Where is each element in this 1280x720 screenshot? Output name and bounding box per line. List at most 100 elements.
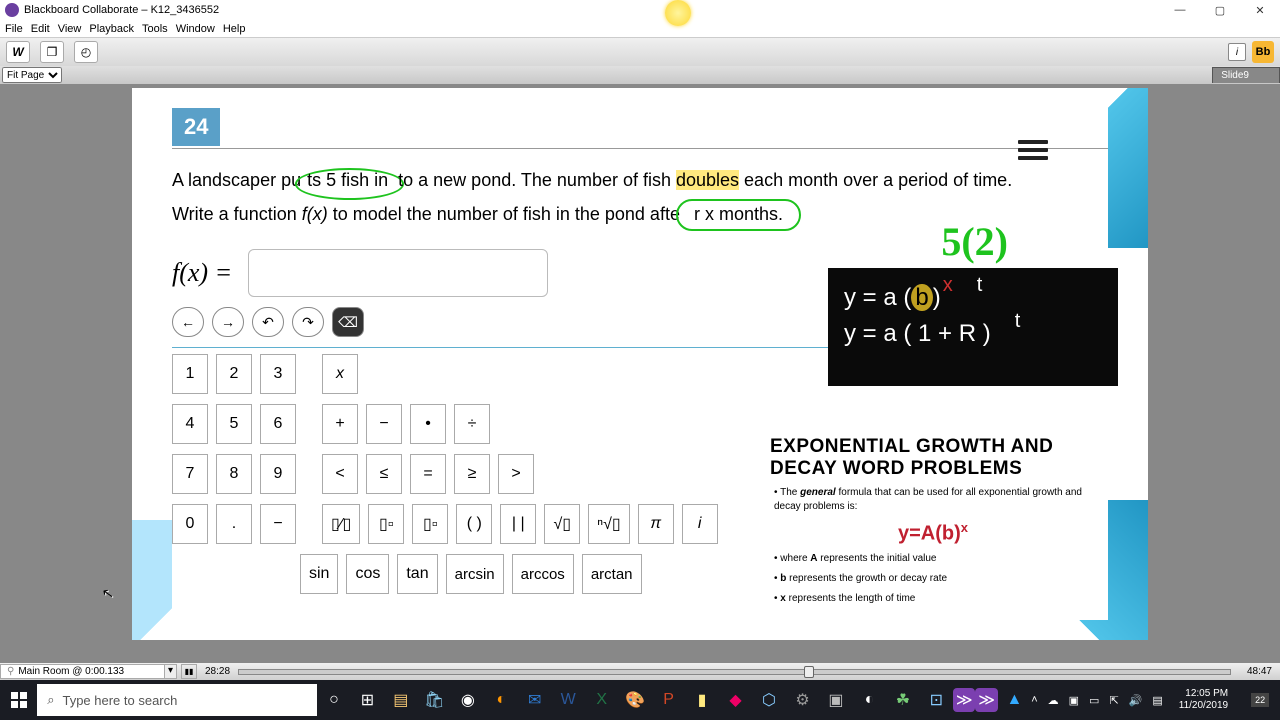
outlook-icon[interactable]: ✉ [518, 680, 551, 720]
menu-playback[interactable]: Playback [89, 23, 134, 35]
key-arccos[interactable]: arccos [512, 554, 574, 594]
tray-wifi-icon[interactable]: ⇱ [1109, 694, 1118, 707]
cortana-icon[interactable]: ○ [317, 680, 350, 720]
key-7[interactable]: 7 [172, 454, 208, 494]
notification-icon[interactable]: 22 [1244, 680, 1276, 720]
key-4[interactable]: 4 [172, 404, 208, 444]
key-ge[interactable]: ≥ [454, 454, 490, 494]
info-icon[interactable]: i [1228, 43, 1246, 61]
zoom-select[interactable]: Fit Page [2, 67, 62, 83]
slide-name-tab[interactable]: Slide9 [1212, 67, 1280, 83]
room-select[interactable]: Main Room @ 0:00.133 [0, 664, 165, 679]
key-cos[interactable]: cos [346, 554, 389, 594]
tray-battery-icon[interactable]: ▭ [1089, 694, 1099, 707]
key-subscript[interactable]: ▯▫ [412, 504, 448, 544]
menu-file[interactable]: File [5, 23, 23, 35]
key-divide[interactable]: ÷ [454, 404, 490, 444]
search-input[interactable]: ⌕ Type here to search [37, 684, 317, 716]
key-0[interactable]: 0 [172, 504, 208, 544]
menu-help[interactable]: Help [223, 23, 246, 35]
key-arctan[interactable]: arctan [582, 554, 642, 594]
key-parens[interactable]: ( ) [456, 504, 492, 544]
key-nroot[interactable]: ⁿ√▯ [588, 504, 629, 544]
app-icon-1[interactable]: ◆ [719, 680, 752, 720]
key-eq[interactable]: = [410, 454, 446, 494]
pause-button[interactable]: ▮▮ [181, 664, 197, 679]
powerpoint-icon[interactable]: P [652, 680, 685, 720]
key-neg[interactable]: − [260, 504, 296, 544]
app-icon-2[interactable]: ⬡ [752, 680, 785, 720]
key-sqrt[interactable]: √▯ [544, 504, 580, 544]
key-decimal[interactable]: . [216, 504, 252, 544]
taskview-icon[interactable]: ⊞ [351, 680, 384, 720]
key-3[interactable]: 3 [260, 354, 296, 394]
globe-icon[interactable]: ◴ [74, 41, 98, 63]
tray-app-icon[interactable]: ▣ [1069, 694, 1079, 707]
nav-right-button[interactable]: → [212, 307, 244, 337]
tray-up-icon[interactable]: ˄ [1031, 694, 1037, 706]
app-icon-9[interactable]: ≫ [975, 688, 997, 712]
tray-lang-icon[interactable]: ▤ [1152, 694, 1162, 707]
tray-volume-icon[interactable]: 🔊 [1129, 694, 1143, 707]
room-dropdown-icon[interactable]: ▾ [165, 664, 177, 679]
key-i[interactable]: i [682, 504, 718, 544]
app-icon-10[interactable]: ▲ [998, 680, 1031, 720]
excel-icon[interactable]: X [585, 680, 618, 720]
key-lt[interactable]: < [322, 454, 358, 494]
menu-view[interactable]: View [58, 23, 82, 35]
key-5[interactable]: 5 [216, 404, 252, 444]
menu-tools[interactable]: Tools [142, 23, 168, 35]
key-2[interactable]: 2 [216, 354, 252, 394]
key-8[interactable]: 8 [216, 454, 252, 494]
key-arcsin[interactable]: arcsin [446, 554, 504, 594]
backspace-button[interactable]: ⌫ [332, 307, 364, 337]
chrome-icon[interactable]: ◉ [451, 680, 484, 720]
menu-edit[interactable]: Edit [31, 23, 50, 35]
key-fraction[interactable]: ▯⁄▯ [322, 504, 360, 544]
key-plus[interactable]: + [322, 404, 358, 444]
scrollbar-thumb[interactable] [0, 84, 8, 662]
app-icon-6[interactable]: ☘ [886, 680, 919, 720]
key-gt[interactable]: > [498, 454, 534, 494]
key-le[interactable]: ≤ [366, 454, 402, 494]
app-icon-7[interactable]: ⊡ [920, 680, 953, 720]
menu-window[interactable]: Window [176, 23, 215, 35]
clock[interactable]: 12:05 PM 11/20/2019 [1173, 688, 1234, 712]
redo-button[interactable]: ↷ [292, 307, 324, 337]
nav-left-button[interactable]: ← [172, 307, 204, 337]
app-icon-8[interactable]: ≫ [953, 688, 975, 712]
key-dot-op[interactable]: • [410, 404, 446, 444]
word-icon[interactable]: W [551, 680, 584, 720]
start-button[interactable] [0, 680, 37, 720]
minimize-button[interactable]: — [1160, 0, 1200, 20]
paint-icon[interactable]: 🎨 [618, 680, 651, 720]
app-icon-5[interactable]: ◐ [853, 680, 886, 720]
app-icon-4[interactable]: ▣ [819, 680, 852, 720]
key-power[interactable]: ▯▫ [368, 504, 404, 544]
key-1[interactable]: 1 [172, 354, 208, 394]
seek-track[interactable] [238, 669, 1231, 675]
scrollbar-track[interactable] [0, 84, 8, 662]
whiteboard-icon[interactable]: W [6, 41, 30, 63]
explorer-icon[interactable]: ▤ [384, 680, 417, 720]
copy-icon[interactable]: ❐ [40, 41, 64, 63]
undo-button[interactable]: ↶ [252, 307, 284, 337]
app-icon-3[interactable]: ⚙ [786, 680, 819, 720]
key-tan[interactable]: tan [397, 554, 437, 594]
key-6[interactable]: 6 [260, 404, 296, 444]
key-x[interactable]: x [322, 354, 358, 394]
store-icon[interactable]: 🛍 [418, 680, 451, 720]
answer-input[interactable] [248, 249, 548, 297]
key-pi[interactable]: π [638, 504, 674, 544]
key-abs[interactable]: | | [500, 504, 536, 544]
close-button[interactable]: ✕ [1240, 0, 1280, 20]
key-minus[interactable]: − [366, 404, 402, 444]
maximize-button[interactable]: ▢ [1200, 0, 1240, 20]
key-sin[interactable]: sin [300, 554, 338, 594]
hamburger-icon[interactable] [1018, 136, 1048, 164]
key-9[interactable]: 9 [260, 454, 296, 494]
notes-icon[interactable]: ▮ [685, 680, 718, 720]
tray-cloud-icon[interactable]: ☁ [1048, 694, 1059, 707]
firefox-icon[interactable]: ◐ [485, 680, 518, 720]
seek-knob[interactable] [804, 666, 814, 678]
